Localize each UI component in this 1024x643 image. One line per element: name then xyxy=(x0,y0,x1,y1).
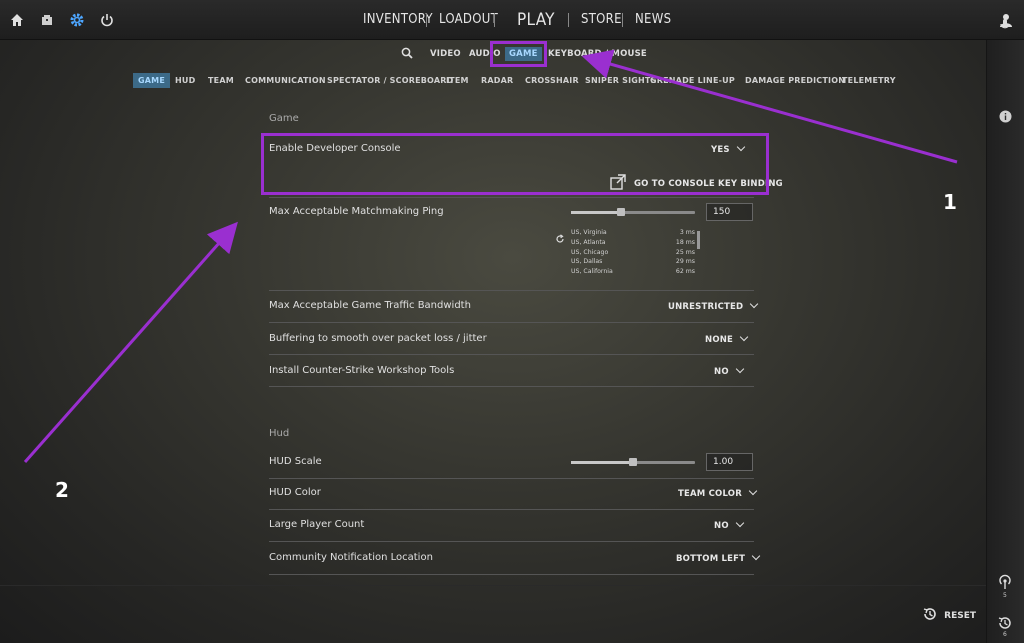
annotation-number-one: 1 xyxy=(943,190,957,214)
annotation-number-two: 2 xyxy=(55,478,69,502)
arrow-two xyxy=(23,221,238,463)
annotation-arrows xyxy=(23,49,958,463)
arrow-one xyxy=(581,49,958,164)
